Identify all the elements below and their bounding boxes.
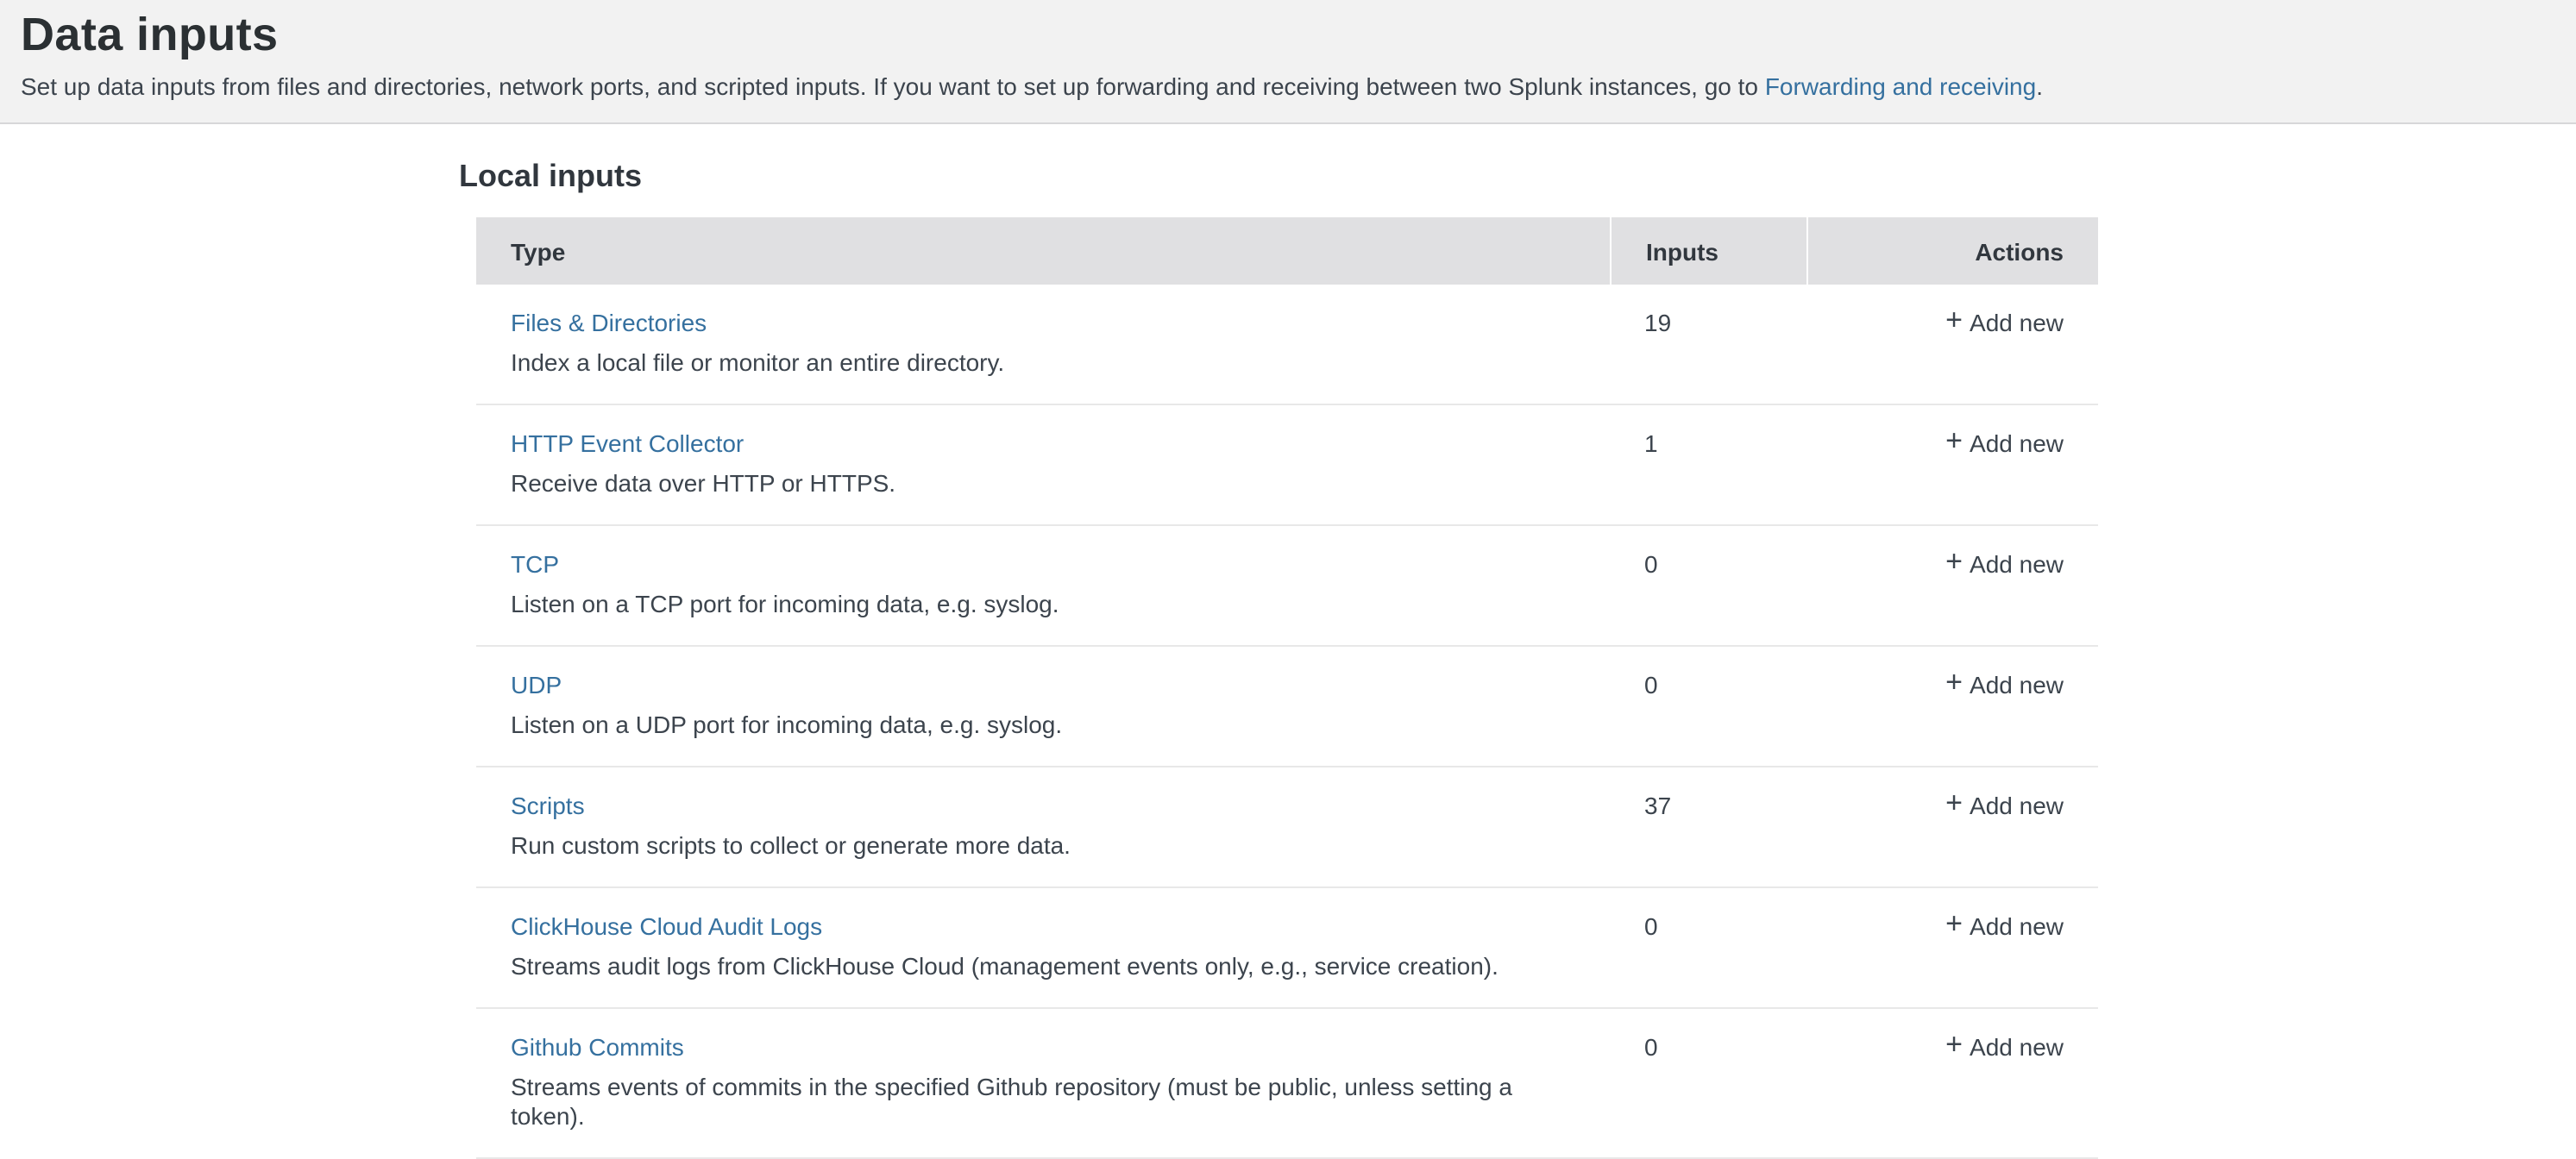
type-cell: UDP Listen on a UDP port for incoming da… (476, 671, 1610, 740)
page-viewport: Data inputs Set up data inputs from file… (0, 0, 2576, 1150)
add-new-label: Add new (1970, 429, 2064, 457)
inputs-cell: 0 (1610, 1033, 1806, 1061)
table-row: ClickHouse Cloud Audit Logs Streams audi… (476, 888, 2098, 1009)
plus-icon: + (1945, 671, 1963, 695)
actions-cell: + Add new (1806, 792, 2098, 819)
type-description: Receive data over HTTP or HTTPS. (511, 469, 1575, 498)
table-row: Files & Directories Index a local file o… (476, 285, 2098, 405)
type-link[interactable]: Scripts (511, 792, 585, 819)
inputs-count: 0 (1644, 671, 1658, 699)
table-header-row: Type Inputs Actions (476, 217, 2098, 285)
add-new-button[interactable]: + Add new (1945, 912, 2064, 940)
inputs-cell: 0 (1610, 550, 1806, 578)
plus-icon: + (1945, 550, 1963, 574)
table-row: TCP Listen on a TCP port for incoming da… (476, 526, 2098, 647)
inputs-cell: 0 (1610, 912, 1806, 940)
actions-cell: + Add new (1806, 309, 2098, 336)
add-new-button[interactable]: + Add new (1945, 1033, 2064, 1061)
inputs-cell: 37 (1610, 792, 1806, 819)
inputs-count: 0 (1644, 912, 1658, 940)
data-inputs-table: Type Inputs Actions Files & Directories … (476, 217, 2098, 1159)
column-header-type: Type (476, 217, 1610, 285)
inputs-count: 1 (1644, 429, 1658, 457)
add-new-label: Add new (1970, 671, 2064, 699)
table-body: Files & Directories Index a local file o… (476, 285, 2098, 1159)
plus-icon: + (1945, 1033, 1963, 1057)
plus-icon: + (1945, 309, 1963, 333)
add-new-label: Add new (1970, 550, 2064, 578)
inputs-count: 0 (1644, 1033, 1658, 1061)
type-cell: Scripts Run custom scripts to collect or… (476, 792, 1610, 861)
column-header-inputs: Inputs (1610, 217, 1806, 285)
type-description: Run custom scripts to collect or generat… (511, 831, 1575, 861)
type-description: Streams audit logs from ClickHouse Cloud… (511, 952, 1575, 981)
type-cell: TCP Listen on a TCP port for incoming da… (476, 550, 1610, 619)
page-header: Data inputs Set up data inputs from file… (0, 0, 2576, 124)
add-new-button[interactable]: + Add new (1945, 792, 2064, 819)
type-link[interactable]: Github Commits (511, 1033, 684, 1061)
type-cell: HTTP Event Collector Receive data over H… (476, 429, 1610, 498)
table-row: Scripts Run custom scripts to collect or… (476, 767, 2098, 888)
actions-cell: + Add new (1806, 429, 2098, 457)
plus-icon: + (1945, 429, 1963, 454)
main-content: Local inputs Type Inputs Actions Files &… (0, 124, 2576, 1159)
add-new-label: Add new (1970, 912, 2064, 940)
inputs-cell: 1 (1610, 429, 1806, 457)
actions-cell: + Add new (1806, 550, 2098, 578)
type-link[interactable]: UDP (511, 671, 562, 699)
type-cell: Github Commits Streams events of commits… (476, 1033, 1610, 1131)
table-row: HTTP Event Collector Receive data over H… (476, 405, 2098, 526)
inputs-cell: 0 (1610, 671, 1806, 699)
page-title: Data inputs (21, 9, 2555, 62)
actions-cell: + Add new (1806, 912, 2098, 940)
add-new-label: Add new (1970, 792, 2064, 819)
add-new-button[interactable]: + Add new (1945, 309, 2064, 336)
plus-icon: + (1945, 912, 1963, 937)
local-inputs-heading: Local inputs (459, 159, 2576, 195)
table-row: UDP Listen on a UDP port for incoming da… (476, 647, 2098, 767)
type-link[interactable]: ClickHouse Cloud Audit Logs (511, 912, 822, 940)
add-new-label: Add new (1970, 1033, 2064, 1061)
type-description: Listen on a TCP port for incoming data, … (511, 590, 1575, 619)
subtitle-text-after: . (2036, 72, 2043, 100)
subtitle-text-before: Set up data inputs from files and direct… (21, 72, 1765, 100)
add-new-button[interactable]: + Add new (1945, 429, 2064, 457)
inputs-count: 0 (1644, 550, 1658, 578)
type-cell: Files & Directories Index a local file o… (476, 309, 1610, 378)
inputs-cell: 19 (1610, 309, 1806, 336)
forwarding-and-receiving-link[interactable]: Forwarding and receiving (1765, 72, 2036, 100)
actions-cell: + Add new (1806, 1033, 2098, 1061)
column-header-actions: Actions (1806, 217, 2098, 285)
table-row: Github Commits Streams events of commits… (476, 1009, 2098, 1159)
type-link[interactable]: HTTP Event Collector (511, 429, 744, 457)
type-link[interactable]: TCP (511, 550, 559, 578)
add-new-button[interactable]: + Add new (1945, 671, 2064, 699)
plus-icon: + (1945, 792, 1963, 816)
add-new-button[interactable]: + Add new (1945, 550, 2064, 578)
inputs-count: 37 (1644, 792, 1671, 819)
page-subtitle: Set up data inputs from files and direct… (21, 71, 2555, 103)
type-description: Streams events of commits in the specifi… (511, 1073, 1575, 1131)
actions-cell: + Add new (1806, 671, 2098, 699)
type-description: Index a local file or monitor an entire … (511, 348, 1575, 378)
inputs-count: 19 (1644, 309, 1671, 336)
add-new-label: Add new (1970, 309, 2064, 336)
type-link[interactable]: Files & Directories (511, 309, 707, 336)
type-description: Listen on a UDP port for incoming data, … (511, 711, 1575, 740)
type-cell: ClickHouse Cloud Audit Logs Streams audi… (476, 912, 1610, 981)
